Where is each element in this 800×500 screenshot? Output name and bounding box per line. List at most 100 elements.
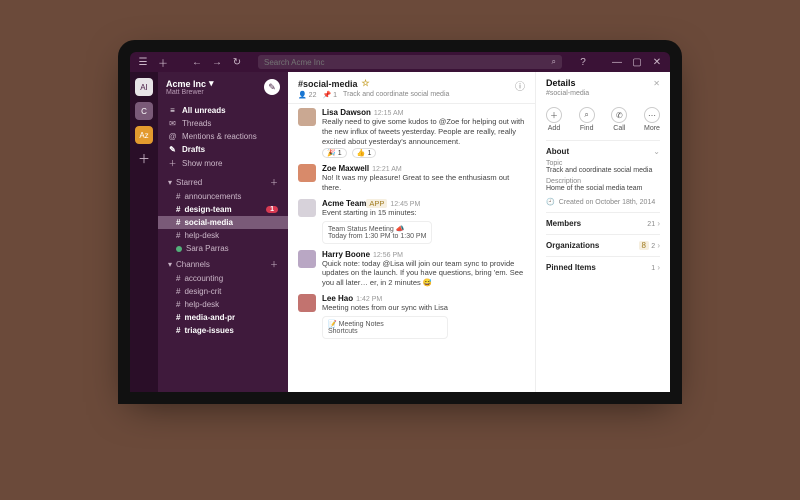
section-starred-header[interactable]: ▾Starred ＋ — [158, 173, 288, 190]
details-subtitle: #social-media — [546, 90, 660, 97]
chevron-down-icon: ▾ — [209, 78, 214, 89]
avatar[interactable] — [298, 108, 316, 126]
message-body: Really need to give some kudos to @Zoe f… — [322, 117, 525, 146]
sidebar-item-help-desk-2[interactable]: #help-desk — [158, 298, 288, 311]
sidebar-item-design-team[interactable]: #design-team1 — [158, 203, 288, 216]
hash-icon: # — [176, 287, 180, 296]
add-channel-icon[interactable]: ＋ — [270, 259, 278, 270]
member-count[interactable]: 👤 22 — [298, 91, 316, 99]
more-icon: ⋯ — [644, 107, 660, 123]
forward-icon[interactable]: → — [210, 55, 224, 69]
close-icon[interactable]: ✕ — [650, 55, 664, 69]
sidebar-item-sara-parras[interactable]: Sara Parras — [158, 242, 288, 255]
details-orgs-toggle[interactable]: Organizations8 2 › — [546, 241, 660, 250]
sidebar-item-announcements[interactable]: #announcements — [158, 190, 288, 203]
chevron-down-icon: ⌄ — [653, 147, 660, 156]
hash-icon: # — [176, 192, 180, 201]
close-details-icon[interactable]: ✕ — [653, 79, 660, 88]
reaction[interactable]: 👍1 — [352, 148, 377, 158]
compose-button[interactable]: ✎ — [264, 79, 280, 95]
details-more-button[interactable]: ⋯More — [644, 107, 660, 132]
app-badge: APP — [366, 199, 387, 208]
event-attachment[interactable]: Team Status Meeting 📣 Today from 1:30 PM… — [322, 221, 432, 244]
details-members-toggle[interactable]: Members21 › — [546, 219, 660, 228]
threads-icon: ✉ — [168, 119, 177, 128]
avatar[interactable] — [298, 250, 316, 268]
message-time: 12:21 AM — [372, 166, 402, 173]
workspace-switch-3[interactable]: Az — [135, 126, 153, 144]
details-pinned-toggle[interactable]: Pinned Items1 › — [546, 263, 660, 272]
message-author[interactable]: Zoe Maxwell — [322, 164, 369, 173]
workspace-switch-2[interactable]: C — [135, 102, 153, 120]
search-icon: ⌕ — [579, 107, 595, 123]
titlebar: ☰ ＋ ← → ↻ ⌕ ? — ▢ ✕ — [130, 52, 670, 72]
details-about-toggle[interactable]: About⌄ — [546, 147, 660, 156]
chevron-right-icon: › — [657, 263, 660, 272]
section-channels-header[interactable]: ▾Channels ＋ — [158, 255, 288, 272]
star-icon[interactable]: ☆ — [362, 78, 370, 89]
message-time: 12:56 PM — [373, 252, 403, 259]
channel-topic[interactable]: Track and coordinate social media — [343, 91, 449, 99]
channel-info-icon[interactable]: ⓘ — [515, 78, 525, 93]
details-pane: Details ✕ #social-media ＋Add ⌕Find ✆Call… — [535, 72, 670, 392]
minimize-icon[interactable]: — — [610, 55, 624, 69]
clock-icon: 🕘 — [546, 198, 555, 206]
nav-threads[interactable]: ✉Threads — [158, 117, 288, 130]
message-author[interactable]: Lisa Dawson — [322, 108, 371, 117]
add-workspace-icon[interactable]: ＋ — [138, 150, 150, 167]
unread-badge: 1 — [266, 206, 278, 213]
avatar[interactable] — [298, 199, 316, 217]
attachment-title: Team Status Meeting 📣 — [328, 225, 426, 233]
search-icon: ⌕ — [552, 57, 556, 67]
about-desc[interactable]: Home of the social media team — [546, 185, 660, 192]
hash-icon: # — [176, 326, 180, 335]
sidebar-item-accounting[interactable]: #accounting — [158, 272, 288, 285]
sidebar-item-triage-issues[interactable]: #triage-issues — [158, 324, 288, 337]
channel-title[interactable]: #social-media — [298, 79, 358, 89]
sidebar-item-help-desk[interactable]: #help-desk — [158, 229, 288, 242]
help-icon[interactable]: ? — [576, 55, 590, 69]
message-author[interactable]: Harry Boone — [322, 250, 370, 259]
details-call-button[interactable]: ✆Call — [611, 107, 627, 132]
menu-icon[interactable]: ☰ — [136, 55, 150, 69]
sidebar-item-social-media[interactable]: #social-media — [158, 216, 288, 229]
nav-mentions[interactable]: @Mentions & reactions — [158, 130, 288, 143]
message-author[interactable]: Acme Team — [322, 199, 366, 208]
attachment-title: 📝 Meeting Notes — [328, 320, 442, 328]
back-icon[interactable]: ← — [190, 55, 204, 69]
add-starred-icon[interactable]: ＋ — [270, 177, 278, 188]
details-add-button[interactable]: ＋Add — [546, 107, 562, 132]
message-time: 12:15 AM — [374, 110, 404, 117]
avatar[interactable] — [298, 164, 316, 182]
reaction[interactable]: 🎉1 — [322, 148, 347, 158]
nav-show-more[interactable]: ＋Show more — [158, 156, 288, 171]
new-tab-icon[interactable]: ＋ — [156, 55, 170, 69]
details-find-button[interactable]: ⌕Find — [579, 107, 595, 132]
created-text: Created on October 18th, 2014 — [559, 199, 656, 206]
workspace-header[interactable]: Acme Inc▾ Matt Brewer ✎ — [158, 72, 288, 102]
attachment-line: Shortcuts — [328, 328, 442, 335]
message-author[interactable]: Lee Hao — [322, 294, 353, 303]
sidebar-item-media-and-pr[interactable]: #media-and-pr — [158, 311, 288, 324]
post-attachment[interactable]: 📝 Meeting Notes Shortcuts — [322, 316, 448, 339]
pin-count[interactable]: 📌 1 — [322, 91, 337, 99]
workspace-name: Acme Inc — [166, 79, 206, 89]
nav-drafts[interactable]: ✎Drafts — [158, 143, 288, 156]
avatar[interactable] — [298, 294, 316, 312]
chevron-right-icon: › — [657, 241, 660, 250]
maximize-icon[interactable]: ▢ — [630, 55, 644, 69]
about-topic[interactable]: Track and coordinate social media — [546, 167, 660, 174]
message: Harry Boone12:56 PM Quick note: today @L… — [298, 250, 525, 288]
sidebar-item-design-crit[interactable]: #design-crit — [158, 285, 288, 298]
message-feed: #social-media ☆ 👤 22 📌 1 Track and coordi… — [288, 72, 535, 392]
message: Lee Hao1:42 PM Meeting notes from our sy… — [298, 294, 525, 339]
history-icon[interactable]: ↻ — [230, 55, 244, 69]
nav-all-unreads[interactable]: ≡All unreads — [158, 104, 288, 117]
current-user: Matt Brewer — [166, 89, 214, 96]
workspace-switch-acme[interactable]: AI — [135, 78, 153, 96]
hash-icon: # — [176, 205, 180, 214]
message: Lisa Dawson12:15 AM Really need to give … — [298, 108, 525, 158]
caret-down-icon: ▾ — [168, 178, 172, 187]
search-input[interactable] — [264, 58, 548, 67]
search-bar[interactable]: ⌕ — [258, 55, 562, 69]
